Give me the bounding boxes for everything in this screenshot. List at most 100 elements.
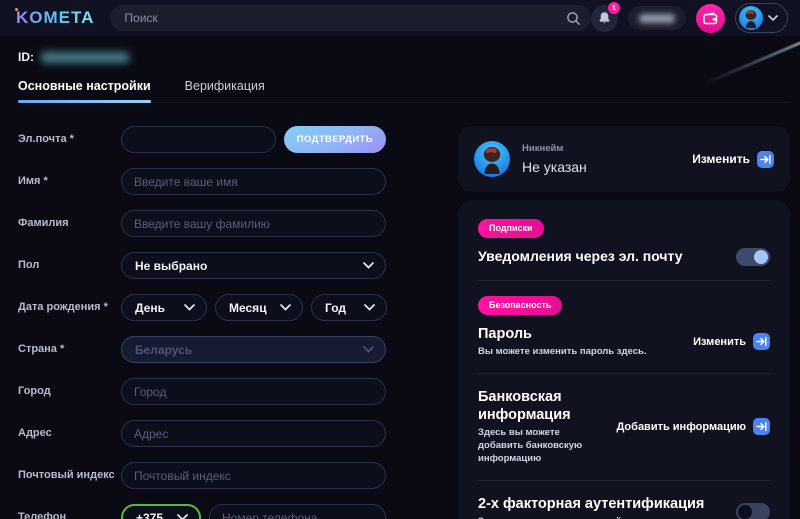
first-name-row: Имя * [18,168,386,195]
phone-row: Телефон +375 [18,504,386,519]
profile-avatar [474,141,510,177]
birth-month-value: Месяц [229,301,267,315]
postal-code-label: Почтовый индекс [18,469,121,482]
tab-main-settings[interactable]: Основные настройки [18,79,151,102]
search-icon[interactable] [566,11,581,26]
settings-card: Подписки Уведомления через эл. почту Без… [458,200,790,519]
phone-label: Телефон [18,511,121,519]
subscriptions-badge: Подписки [478,219,544,238]
email-row: Эл.почта * ПОДТВЕРДИТЬ [18,126,386,153]
bank-info-title: Банковская информация [478,388,606,424]
user-id-row: ID: [18,50,790,64]
divider [478,373,770,374]
balance-value-redacted [639,14,675,23]
wallet-icon [703,12,718,25]
profile-settings-page: ID: Основные настройки Верификация Эл.по… [0,36,800,519]
birth-month-select[interactable]: Месяц [215,294,303,321]
phone-code-select[interactable]: +375 [121,504,201,519]
tab-verification-label: Верификация [185,79,265,93]
wallet-button[interactable] [696,4,725,33]
account-menu[interactable] [735,3,788,33]
password-row: Пароль Вы можете изменить пароль здесь. … [478,325,770,359]
postal-code-input[interactable] [121,462,386,489]
nickname-card: Никнейм Не указан Изменить [458,126,790,192]
toggle-knob [738,505,752,519]
last-name-input[interactable] [121,210,386,237]
tab-verification[interactable]: Верификация [185,79,265,102]
edit-nickname-link[interactable]: Изменить [692,151,774,168]
nickname-label: Никнейм [522,143,587,154]
country-row: Страна * Беларусь [18,336,386,363]
city-label: Город [18,385,121,398]
toggle-knob [754,250,768,264]
city-row: Город [18,378,386,405]
chevron-down-icon [177,514,188,519]
tab-main-settings-label: Основные настройки [18,79,151,93]
twofa-row: 2-х факторная аутентификация Защита акка… [478,495,770,519]
notifications-button[interactable]: 1 [591,5,618,32]
kometa-logo[interactable]: KOMETA [16,8,94,28]
divider [478,480,770,481]
add-bank-info-link[interactable]: Добавить информацию [616,418,770,435]
bank-info: Банковская информация Здесь вы можете до… [478,388,606,466]
account-panel: Никнейм Не указан Изменить Подписки Увед… [458,126,790,519]
gender-row: Пол Не выбрано [18,252,386,279]
birth-date-row: Дата рождения * День Месяц Год [18,294,386,321]
notification-badge: 1 [608,2,620,14]
change-password-link[interactable]: Изменить [693,333,770,350]
id-label: ID: [18,50,34,64]
chevron-down-icon [280,304,291,311]
id-value-redacted [41,52,129,63]
birth-year-select[interactable]: Год [311,294,387,321]
bank-info-row: Банковская информация Здесь вы можете до… [478,388,770,466]
email-input[interactable] [121,126,276,153]
edit-nickname-label: Изменить [692,152,750,166]
enter-arrow-icon [753,418,770,435]
email-label: Эл.почта * [18,133,121,146]
gender-select[interactable]: Не выбрано [121,252,386,279]
email-notifications-row: Уведомления через эл. почту [478,248,770,266]
address-row: Адрес [18,420,386,447]
password-subtitle: Вы можете изменить пароль здесь. [478,346,646,359]
city-input[interactable] [121,378,386,405]
chevron-down-icon [363,262,374,269]
chevron-down-icon [363,346,374,353]
bell-icon [598,11,611,25]
birth-day-select[interactable]: День [121,294,207,321]
chevron-down-icon [184,304,195,311]
first-name-input[interactable] [121,168,386,195]
nickname-value: Не указан [522,159,587,175]
country-label: Страна * [18,343,121,356]
nickname-info: Никнейм Не указан [522,143,587,175]
twofa-info: 2-х факторная аутентификация Защита акка… [478,495,704,519]
last-name-row: Фамилия [18,210,386,237]
topbar-actions: 1 [591,3,788,33]
security-badge: Безопасность [478,296,562,315]
add-bank-info-label: Добавить информацию [616,421,746,433]
balance-display[interactable] [628,6,686,30]
phone-number-input[interactable] [209,504,386,519]
twofa-toggle[interactable] [736,503,770,519]
address-input[interactable] [121,420,386,447]
profile-form: Эл.почта * ПОДТВЕРДИТЬ Имя * Фамилия [18,126,386,519]
birth-year-value: Год [325,301,346,315]
divider [478,280,770,281]
search-input[interactable] [124,11,566,25]
chevron-down-icon [364,304,375,311]
twofa-title: 2-х факторная аутентификация [478,495,704,513]
chevron-down-icon [768,15,778,21]
country-value: Беларусь [135,343,192,357]
change-password-label: Изменить [693,336,746,348]
country-select[interactable]: Беларусь [121,336,386,363]
gender-label: Пол [18,259,121,272]
last-name-label: Фамилия [18,217,121,230]
postal-code-row: Почтовый индекс [18,462,386,489]
settings-tabs: Основные настройки Верификация [18,79,790,103]
search-bar[interactable] [110,5,591,31]
user-avatar [739,6,763,30]
phone-code-value: +375 [136,511,163,519]
enter-arrow-icon [757,151,774,168]
gender-value: Не выбрано [135,259,207,273]
email-notifications-toggle[interactable] [736,248,770,266]
confirm-email-button[interactable]: ПОДТВЕРДИТЬ [284,126,386,153]
